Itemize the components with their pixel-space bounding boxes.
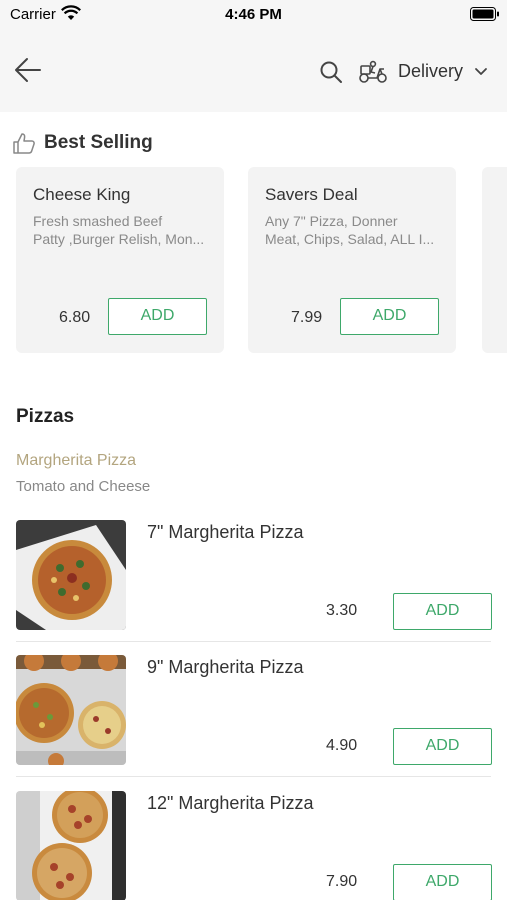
menu-item-row[interactable]: 12" Margherita Pizza 7.90 ADD xyxy=(0,791,507,900)
battery-icon xyxy=(470,7,499,21)
best-selling-card-peek[interactable] xyxy=(482,167,507,353)
category-name: Margherita Pizza xyxy=(16,452,137,469)
item-price: 7.90 xyxy=(326,873,358,890)
scooter-icon[interactable] xyxy=(358,60,388,84)
pizza-photo xyxy=(16,655,126,765)
best-selling-card[interactable]: Savers Deal Any 7" Pizza, Donner Meat, C… xyxy=(248,167,456,353)
thumbs-up-icon xyxy=(13,133,35,154)
item-name: 7" Margherita Pizza xyxy=(147,522,304,542)
card-description: Fresh smashed Beef Patty ,Burger Relish,… xyxy=(33,212,215,248)
card-desc-line: Patty ,Burger Relish, Mon... xyxy=(33,231,205,247)
status-bar: Carrier 4:46 PM xyxy=(0,0,507,30)
item-price: 4.90 xyxy=(326,737,358,754)
pizza-photo xyxy=(16,791,126,900)
divider xyxy=(16,641,491,642)
status-time: 4:46 PM xyxy=(225,6,282,23)
card-desc-line: Meat, Chips, Salad, ALL I... xyxy=(265,231,435,247)
card-title: Savers Deal xyxy=(265,185,358,204)
best-selling-card[interactable]: Cheese King Fresh smashed Beef Patty ,Bu… xyxy=(16,167,224,353)
add-button[interactable]: ADD xyxy=(340,298,439,335)
section-title: Pizzas xyxy=(16,406,75,427)
pizza-photo xyxy=(16,520,126,630)
add-button[interactable]: ADD xyxy=(393,728,492,765)
item-name: 9" Margherita Pizza xyxy=(147,657,304,677)
chevron-down-icon[interactable] xyxy=(474,67,488,77)
card-title: Cheese King xyxy=(33,185,131,204)
card-desc-line: Any 7" Pizza, Donner xyxy=(265,213,398,229)
add-button[interactable]: ADD xyxy=(393,593,492,630)
divider xyxy=(16,776,491,777)
delivery-mode-label[interactable]: Delivery xyxy=(398,61,463,82)
card-desc-line: Fresh smashed Beef xyxy=(33,213,163,229)
card-price: 6.80 xyxy=(59,309,91,326)
add-button[interactable]: ADD xyxy=(108,298,207,335)
back-arrow-icon[interactable] xyxy=(14,57,42,83)
search-icon[interactable] xyxy=(319,60,343,84)
item-name: 12" Margherita Pizza xyxy=(147,793,314,813)
item-price: 3.30 xyxy=(326,602,358,619)
add-button[interactable]: ADD xyxy=(393,864,492,900)
best-selling-title: Best Selling xyxy=(44,132,153,153)
menu-item-row[interactable]: 7" Margherita Pizza 3.30 ADD xyxy=(0,520,507,655)
menu-item-row[interactable]: 9" Margherita Pizza 4.90 ADD xyxy=(0,655,507,790)
card-description: Any 7" Pizza, Donner Meat, Chips, Salad,… xyxy=(265,212,447,248)
header-bar: Delivery xyxy=(0,30,507,112)
category-description: Tomato and Cheese xyxy=(16,478,151,495)
card-price: 7.99 xyxy=(291,309,323,326)
